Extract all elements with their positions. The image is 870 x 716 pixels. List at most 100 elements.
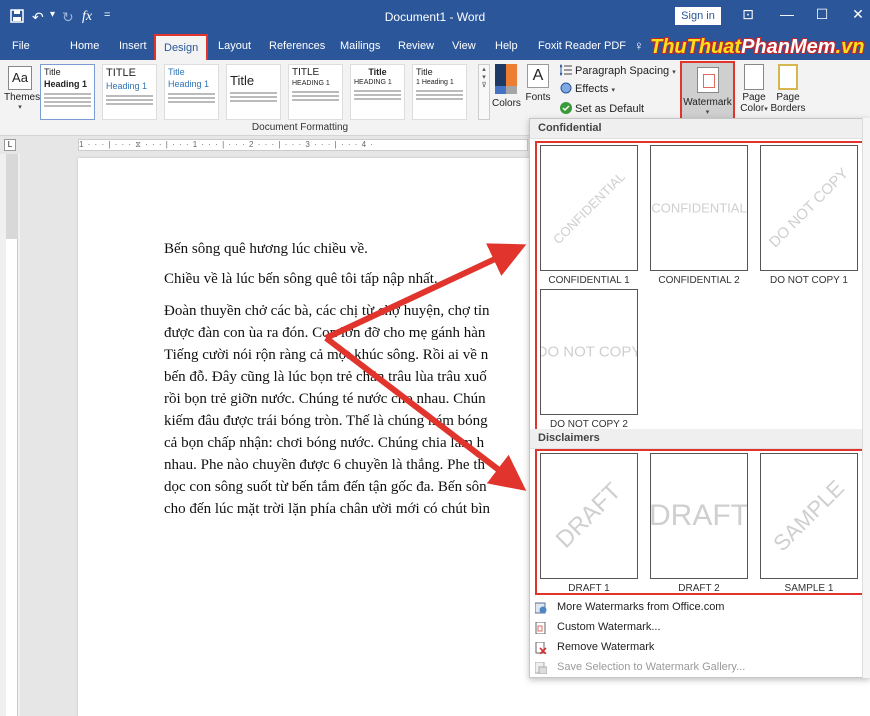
watermark-thumb: DRAFT [650, 453, 748, 579]
watermark-label: CONFIDENTIAL 1 [548, 275, 630, 286]
watermark-label: CONFIDENTIAL 2 [658, 275, 740, 286]
style-thumb-lines [41, 89, 94, 109]
watermark-thumb-text: DO NOT COPY [540, 343, 638, 361]
horizontal-ruler[interactable]: 1 · · · | · · · ⧖ · · · | · · · 1 · · · … [78, 139, 528, 151]
style-thumb-title: TITLE [292, 67, 320, 78]
tab-references[interactable]: References [269, 40, 325, 52]
menu-item-label: Custom Watermark... [557, 621, 661, 633]
tab-file[interactable]: File [12, 40, 30, 52]
tab-foxit-reader-pdf[interactable]: Foxit Reader PDF [538, 40, 626, 52]
tab-selector-icon[interactable]: L [4, 139, 16, 151]
tab-help[interactable]: Help [495, 40, 518, 52]
remove-watermark-menu-item[interactable]: Remove Watermark [530, 637, 870, 657]
tab-review[interactable]: Review [398, 40, 434, 52]
fonts-button[interactable]: A Fonts [524, 64, 552, 103]
effects-label: Effects [575, 83, 609, 95]
paragraph-spacing-label: Paragraph Spacing [575, 65, 670, 77]
maximize-button[interactable]: ☐ [812, 6, 832, 23]
style-thumb-title: Title [44, 67, 61, 77]
custom-watermark-menu-item[interactable]: Custom Watermark... [530, 617, 870, 637]
menu-item-label: Save Selection to Watermark Gallery... [557, 661, 746, 673]
watermark-label: DRAFT 1 [568, 583, 610, 594]
style-thumb-heading: HEADING 1 [292, 80, 330, 87]
vertical-ruler[interactable] [6, 154, 18, 716]
watermark-dropdown: Confidential CONFIDENTIAL CONFIDENTIAL 1… [529, 118, 870, 678]
tab-mailings[interactable]: Mailings [340, 40, 380, 52]
menu-item-label: More Watermarks from Office.com [557, 601, 725, 613]
watermark-thumb-text: SAMPLE [768, 475, 850, 557]
page-borders-button[interactable]: Page Borders [770, 64, 806, 114]
tab-insert[interactable]: Insert [119, 40, 147, 52]
style-set-thumb[interactable]: Title Heading 1 [164, 64, 219, 120]
style-thumb-lines [165, 89, 218, 105]
watermark-thumb: SAMPLE [760, 453, 858, 579]
office-globe-icon [534, 601, 547, 614]
watermark-confidential-1[interactable]: CONFIDENTIAL CONFIDENTIAL 1 [539, 145, 639, 286]
tell-me-lightbulb-icon[interactable]: ♀ [634, 38, 644, 53]
tab-design[interactable]: Design [154, 34, 209, 60]
watermark-do-not-copy-1[interactable]: DO NOT COPY DO NOT COPY 1 [759, 145, 859, 286]
dropdown-scrollbar[interactable] [862, 118, 870, 678]
fonts-label: Fonts [525, 92, 551, 103]
style-set-thumb[interactable]: Title HEADING 1 [350, 64, 405, 120]
set-as-default-button[interactable]: Set as Default [560, 102, 644, 115]
watermark-do-not-copy-2[interactable]: DO NOT COPY DO NOT COPY 2 [539, 289, 639, 430]
page-borders-icon [778, 64, 798, 90]
style-set-thumb[interactable]: TITLE Heading 1 [102, 64, 157, 120]
watermark-draft-2[interactable]: DRAFT DRAFT 2 [649, 453, 749, 594]
page-color-label: Page [742, 92, 766, 103]
chevron-down-icon: ▾ [18, 104, 22, 111]
save-selection-watermark-menu-item[interactable]: Save Selection to Watermark Gallery... [530, 657, 870, 677]
style-thumb-heading: Heading 1 [106, 81, 148, 91]
tab-layout[interactable]: Layout [218, 40, 251, 52]
page-color-button[interactable]: Page Color▾ [738, 64, 770, 114]
style-set-thumb[interactable]: Title Heading 1 [40, 64, 95, 120]
colors-swatch-icon [495, 86, 517, 94]
paragraph-spacing-button[interactable]: Paragraph Spacing ▾ [559, 63, 676, 77]
watermark-label: DRAFT 2 [678, 583, 720, 594]
ribbon-tab-row: File Home Insert Design Layout Reference… [0, 34, 870, 60]
style-set-thumb[interactable]: Title [226, 64, 281, 120]
title-bar: ↶ ▾ ↻ fx = Document1 - Word Sign in ⊡ — … [0, 0, 870, 34]
style-set-thumb[interactable]: Title 1 Heading 1 [412, 64, 467, 120]
tab-view[interactable]: View [452, 40, 476, 52]
watermark-thumb-text: DO NOT COPY [765, 164, 853, 252]
watermark-thumb: CONFIDENTIAL [650, 145, 748, 271]
watermark-sample-1[interactable]: SAMPLE SAMPLE 1 [759, 453, 859, 594]
watermark-thumb: DRAFT [540, 453, 638, 579]
confidential-section-header: Confidential [530, 119, 870, 139]
sign-in-button[interactable]: Sign in [675, 7, 721, 25]
style-thumb-lines [289, 87, 342, 103]
colors-button[interactable]: Colors [492, 64, 521, 109]
page-borders-label: Page [776, 92, 800, 103]
style-thumb-title: Title [168, 67, 185, 77]
gallery-scroll[interactable]: ▴ ▾ ⊽ [478, 64, 490, 120]
ribbon-display-options-icon[interactable]: ⊡ [738, 6, 758, 23]
thuthuatphanmem-logo: ThuThuatPhanMem.vn [650, 36, 865, 58]
close-button[interactable]: ✕ [848, 6, 868, 23]
watermark-thumb-text: DRAFT [550, 477, 627, 554]
fonts-icon: A [527, 64, 549, 88]
themes-button[interactable]: Aa Themes ▾ [4, 66, 40, 111]
watermark-draft-1[interactable]: DRAFT DRAFT 1 [539, 453, 639, 594]
watermark-label: Watermark [683, 97, 732, 108]
style-thumb-lines [413, 86, 466, 102]
style-set-gallery: Title Heading 1 TITLE Heading 1 Title He… [40, 64, 478, 120]
paragraph-spacing-icon [559, 63, 572, 77]
menu-item-label: Remove Watermark [557, 641, 655, 653]
more-watermarks-menu-item[interactable]: More Watermarks from Office.com [530, 597, 870, 617]
style-set-thumb[interactable]: TITLE HEADING 1 [288, 64, 343, 120]
style-thumb-lines [103, 91, 156, 107]
tab-home[interactable]: Home [70, 40, 99, 52]
chevron-down-icon: ▾ [705, 109, 710, 116]
effects-button[interactable]: Effects ▾ [560, 82, 615, 95]
watermark-confidential-2[interactable]: CONFIDENTIAL CONFIDENTIAL 2 [649, 145, 749, 286]
watermark-button[interactable]: Watermark ▾ [680, 61, 735, 124]
colors-label: Colors [492, 98, 521, 109]
watermark-label: SAMPLE 1 [784, 583, 834, 594]
watermark-label: DO NOT COPY 1 [770, 275, 848, 286]
page-borders-label-2: Borders [770, 103, 806, 114]
minimize-button[interactable]: — [777, 6, 797, 22]
style-thumb-title: TITLE [106, 67, 136, 79]
watermark-thumb: DO NOT COPY [540, 289, 638, 415]
